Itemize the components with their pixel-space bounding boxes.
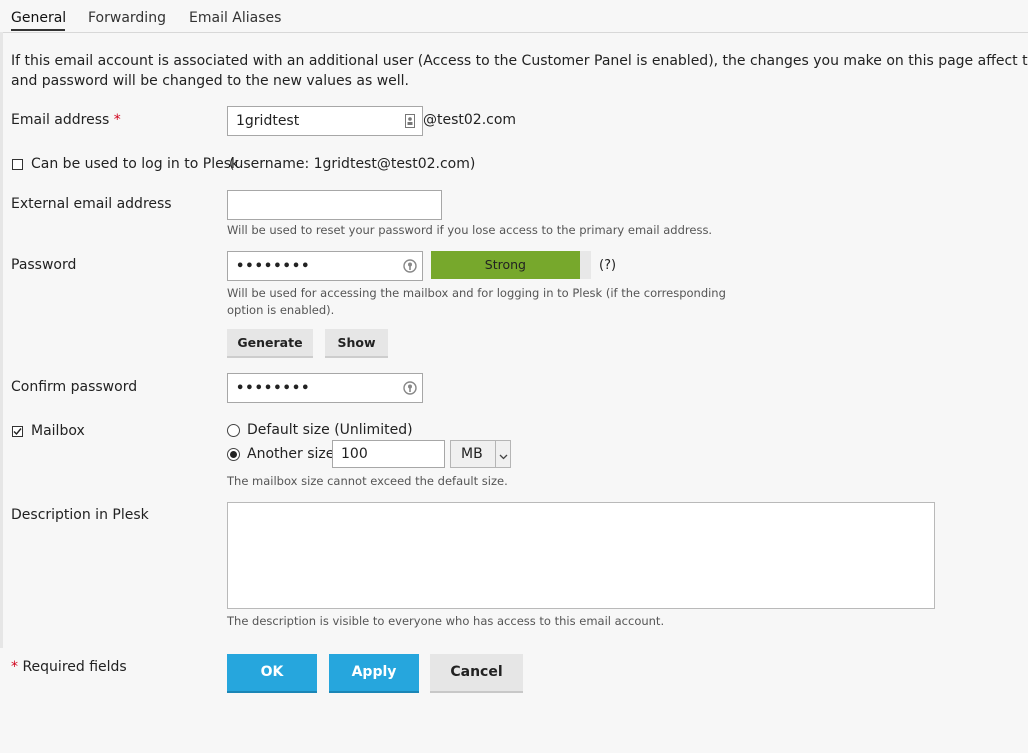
required-marker: * <box>113 112 121 128</box>
email-address-input[interactable]: 1gridtest <box>227 106 423 136</box>
show-password-button[interactable]: Show <box>325 329 388 358</box>
intro-text: If this email account is associated with… <box>11 51 1028 91</box>
password-input[interactable]: •••••••• <box>227 251 423 281</box>
chevron-down-icon <box>499 449 508 465</box>
confirm-password-value: •••••••• <box>236 381 311 396</box>
email-address-label: Email address * <box>11 112 121 128</box>
mailbox-unit-select[interactable]: MB <box>450 440 511 468</box>
email-address-value: 1gridtest <box>236 113 300 129</box>
password-strength-bar: Strong <box>431 251 580 279</box>
password-hint: Will be used for accessing the mailbox a… <box>227 285 726 319</box>
external-email-label: External email address <box>11 196 172 212</box>
password-key-icon[interactable] <box>403 252 417 280</box>
tab-bar: General Forwarding Email Aliases <box>0 0 1028 33</box>
left-rule <box>0 32 3 648</box>
contact-card-icon <box>405 107 415 135</box>
confirm-key-icon <box>403 374 417 402</box>
plesk-login-checkbox[interactable] <box>12 159 23 170</box>
password-hint-line-2: option is enabled). <box>227 303 335 317</box>
tab-general[interactable]: General <box>11 10 66 26</box>
required-fields-note: * Required fields <box>11 659 127 675</box>
external-email-input[interactable] <box>227 190 442 220</box>
required-fields-star: * <box>11 659 18 675</box>
another-size-radio[interactable] <box>227 448 240 461</box>
email-domain: @test02.com <box>423 112 517 128</box>
description-hint: The description is visible to everyone w… <box>227 614 665 628</box>
description-textarea[interactable] <box>227 502 935 609</box>
description-label: Description in Plesk <box>11 507 149 523</box>
ok-button[interactable]: OK <box>227 654 317 693</box>
active-tab-indicator <box>11 29 65 31</box>
password-strength-meter: Strong <box>431 251 591 279</box>
mailbox-checkbox[interactable] <box>12 426 23 437</box>
default-size-radio[interactable] <box>227 424 240 437</box>
password-help-link[interactable]: (?) <box>599 258 616 273</box>
mailbox-label[interactable]: Mailbox <box>31 423 85 439</box>
checkmark-icon <box>13 428 22 436</box>
another-size-label[interactable]: Another size <box>247 446 334 462</box>
password-label: Password <box>11 257 77 273</box>
tab-forwarding[interactable]: Forwarding <box>88 10 166 26</box>
intro-line-1: If this email account is associated with… <box>11 53 1028 69</box>
mailbox-size-hint: The mailbox size cannot exceed the defau… <box>227 474 508 488</box>
password-value: •••••••• <box>236 259 311 274</box>
mailbox-unit-value: MB <box>461 446 483 462</box>
plesk-login-label[interactable]: Can be used to log in to Plesk <box>31 156 239 172</box>
intro-line-2: and password will be changed to the new … <box>11 73 410 89</box>
select-divider <box>495 441 496 467</box>
generate-password-button[interactable]: Generate <box>227 329 313 358</box>
apply-button[interactable]: Apply <box>329 654 419 693</box>
tab-email-aliases[interactable]: Email Aliases <box>189 10 281 26</box>
plesk-username-note: (username: 1gridtest@test02.com) <box>229 156 476 172</box>
external-email-hint: Will be used to reset your password if y… <box>227 223 713 237</box>
confirm-password-label: Confirm password <box>11 379 138 395</box>
radio-selected-dot <box>230 451 237 458</box>
confirm-password-input[interactable]: •••••••• <box>227 373 423 403</box>
email-address-label-text: Email address <box>11 112 110 128</box>
password-hint-line-1: Will be used for accessing the mailbox a… <box>227 286 726 300</box>
mailbox-size-input[interactable]: 100 <box>332 440 445 468</box>
required-fields-text: Required fields <box>22 659 127 675</box>
cancel-button[interactable]: Cancel <box>430 654 523 693</box>
default-size-label[interactable]: Default size (Unlimited) <box>247 422 413 438</box>
